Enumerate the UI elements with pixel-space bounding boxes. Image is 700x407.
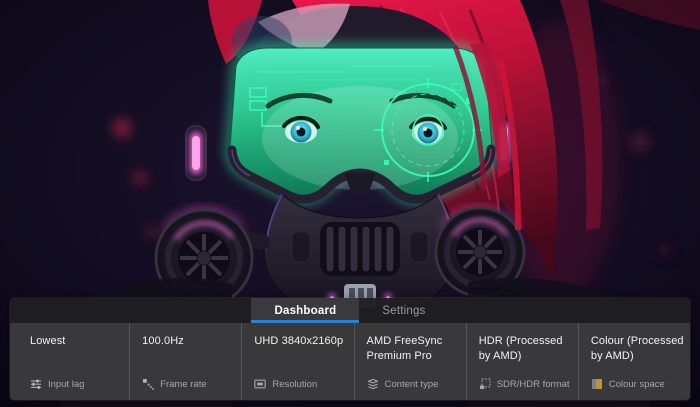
cell-footer: Resolution <box>254 378 349 390</box>
tab-bar: Dashboard Settings <box>10 298 690 323</box>
cell-footer: Content type <box>367 378 462 390</box>
dashboard-cell-resolution: UHD 3840x2160p Resolution <box>241 323 353 400</box>
cell-label: Colour space <box>608 378 665 390</box>
cell-label: Input lag <box>48 378 85 390</box>
dashboard-cell-frame-rate: 100.0Hz Frame rate <box>129 323 241 400</box>
monitor-osd-panel: Dashboard Settings Lowest Input lag 100.0Hz… <box>10 298 690 400</box>
cell-value: UHD 3840x2160p <box>254 335 344 347</box>
cell-footer: Input lag <box>30 378 125 390</box>
cell-label: Content type <box>384 378 439 390</box>
frame-rate-icon <box>142 378 155 390</box>
screen: Dashboard Settings Lowest Input lag 100.0Hz… <box>0 0 700 407</box>
cell-label: Resolution <box>272 378 318 390</box>
tab-dashboard[interactable]: Dashboard <box>251 298 360 323</box>
cell-label: SDR/HDR format <box>496 378 570 390</box>
cell-value: HDR (Processed by AMD) <box>478 335 563 362</box>
sdr-hdr-format-icon <box>479 378 491 390</box>
cell-footer: SDR/HDR format <box>479 378 574 390</box>
dashboard-cell-sdr-hdr-format: HDR (Processed by AMD) SDR/HDR format <box>465 323 578 400</box>
dashboard-cell-input-lag: Lowest Input lag <box>10 323 129 400</box>
left-ear-light <box>185 125 207 181</box>
cell-value: Colour (Processed by AMD) <box>590 335 684 362</box>
cell-label: Frame rate <box>160 378 207 390</box>
cell-footer: Frame rate <box>142 378 237 390</box>
dashboard-cell-content-type: AMD FreeSync Premium Pro Content type <box>353 323 466 400</box>
input-lag-icon <box>30 378 42 390</box>
cell-value: Lowest <box>30 335 66 347</box>
dashboard-cells: Lowest Input lag 100.0Hz Frame rate UHD 3840… <box>10 323 690 400</box>
colour-space-icon <box>591 378 603 390</box>
dashboard-cell-colour-space: Colour (Processed by AMD) Colour space <box>577 323 690 400</box>
cell-footer: Colour space <box>591 378 686 390</box>
cell-value: 100.0Hz <box>142 335 184 347</box>
tab-settings[interactable]: Settings <box>359 298 448 323</box>
cell-value: AMD FreeSync Premium Pro <box>366 335 443 362</box>
resolution-icon <box>254 378 267 390</box>
content-type-icon <box>367 378 379 390</box>
